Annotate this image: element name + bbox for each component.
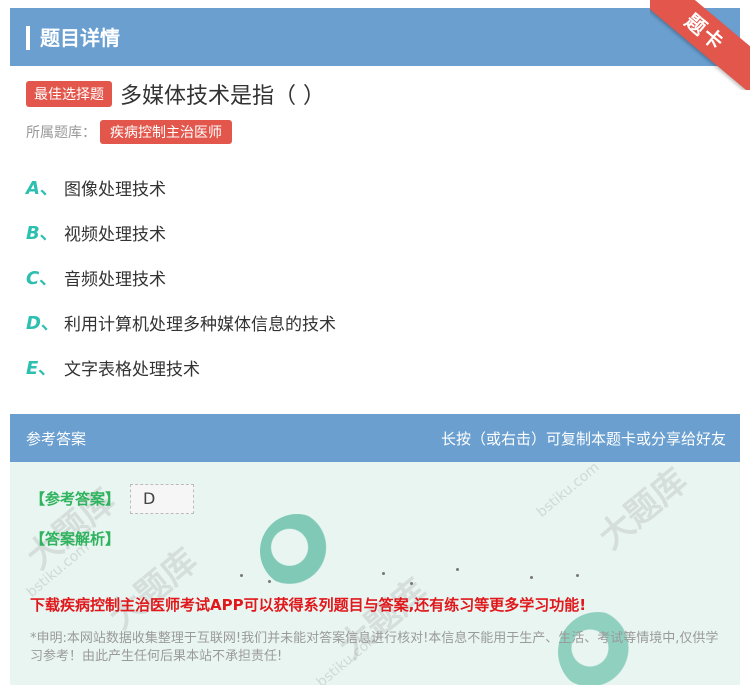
page-title: 题目详情 xyxy=(40,26,120,50)
option-text: 图像处理技术 xyxy=(64,179,166,200)
option-e[interactable]: E、 文字表格处理技术 xyxy=(26,354,200,380)
option-text: 文字表格处理技术 xyxy=(64,359,200,380)
watermark-domain: bstiku.com xyxy=(533,462,603,521)
share-hint: 长按（或右击）可复制本题卡或分享给好友 xyxy=(440,430,726,448)
option-a[interactable]: A、 图像处理技术 xyxy=(26,174,166,200)
answer-title: 参考答案 xyxy=(26,430,87,448)
library-label: 所属题库： xyxy=(26,125,96,141)
answer-label: 【参考答案】 xyxy=(30,490,121,508)
answer-header: 参考答案 长按（或右击）可复制本题卡或分享给好友 xyxy=(10,414,740,462)
answer-body: 大题库 大题库 大题库 大题库 bstiku.com bstiku.com bs… xyxy=(10,462,740,685)
option-letter: E、 xyxy=(26,358,57,379)
option-letter: D、 xyxy=(26,313,59,334)
option-c[interactable]: C、 音频处理技术 xyxy=(26,264,166,290)
noise-dot xyxy=(382,572,385,575)
option-letter: B、 xyxy=(26,223,58,244)
question-card: 题目详情 题卡 最佳选择题 多媒体技术是指（ ） 所属题库： 疾病控制主治医师 … xyxy=(0,0,750,685)
watermark-text: 大题库 xyxy=(591,462,696,558)
option-d[interactable]: D、 利用计算机处理多种媒体信息的技术 xyxy=(26,309,336,335)
ribbon-label: 题卡 xyxy=(650,0,750,90)
option-letter: A、 xyxy=(26,178,58,199)
noise-dot xyxy=(530,576,533,579)
header-bar: 题目详情 xyxy=(10,8,740,66)
analysis-label: 【答案解析】 xyxy=(30,530,121,548)
question-text: 多媒体技术是指（ ） xyxy=(120,84,325,109)
option-text: 利用计算机处理多种媒体信息的技术 xyxy=(64,314,336,335)
question-line: 最佳选择题 多媒体技术是指（ ） xyxy=(26,80,325,109)
question-type-badge: 最佳选择题 xyxy=(26,81,112,107)
option-text: 视频处理技术 xyxy=(64,224,166,245)
download-promo-link[interactable]: 下载疾病控制主治医师考试APP可以获得系列题目与答案,还有练习等更多学习功能! xyxy=(30,594,586,615)
disclaimer-text: *申明:本网站数据收集整理于互联网!我们并未能对答案信息进行核对!本信息不能用于… xyxy=(30,631,719,664)
option-b[interactable]: B、 视频处理技术 xyxy=(26,219,166,245)
watermark-text: 大题库 xyxy=(101,541,206,638)
library-line: 所属题库： 疾病控制主治医师 xyxy=(26,120,232,144)
answer-value: D xyxy=(130,484,194,514)
noise-dot xyxy=(240,574,243,577)
header-accent xyxy=(26,26,30,50)
noise-dot xyxy=(456,568,459,571)
corner-ribbon: 题卡 xyxy=(650,0,750,90)
library-badge[interactable]: 疾病控制主治医师 xyxy=(100,120,232,144)
noise-dot xyxy=(268,580,271,583)
option-text: 音频处理技术 xyxy=(64,269,166,290)
option-letter: C、 xyxy=(26,268,58,289)
noise-dot xyxy=(576,574,579,577)
noise-dot xyxy=(410,582,413,585)
watermark-logo-icon xyxy=(260,514,334,588)
